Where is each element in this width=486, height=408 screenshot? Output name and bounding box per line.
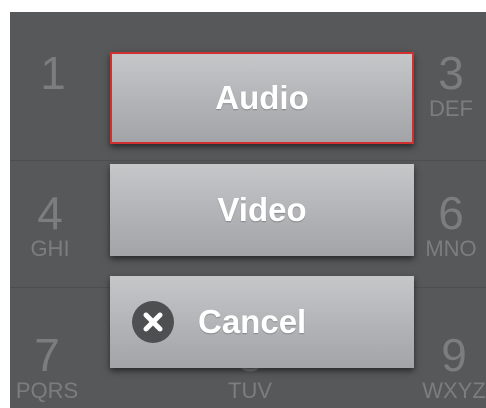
keypad-key-1[interactable]: 1: [18, 50, 88, 96]
keypad-key-4[interactable]: 4 GHI: [10, 190, 90, 260]
key-letters: WXYZ: [422, 378, 486, 403]
key-digit: 7: [34, 329, 60, 381]
video-button-label: Video: [217, 191, 307, 228]
keypad-key-3[interactable]: 3 DEF: [416, 50, 486, 120]
keypad-key-9[interactable]: 9 WXYZ: [414, 332, 486, 402]
key-digit: 9: [441, 329, 467, 381]
audio-call-button[interactable]: Audio: [110, 52, 414, 144]
keypad-row-divider: [10, 160, 486, 161]
keypad-key-7[interactable]: 7 PQRS: [10, 332, 92, 402]
key-letters: TUV: [228, 378, 272, 403]
key-digit: 3: [438, 47, 464, 99]
key-digit: 6: [438, 187, 464, 239]
key-letters: GHI: [30, 236, 70, 261]
key-letters: DEF: [429, 96, 473, 121]
cancel-button[interactable]: Cancel: [110, 276, 414, 368]
key-letters: PQRS: [15, 378, 79, 403]
audio-button-label: Audio: [215, 79, 309, 116]
video-call-button[interactable]: Video: [110, 164, 414, 256]
cancel-button-label: Cancel: [198, 303, 307, 340]
key-digit: 4: [37, 187, 63, 239]
key-digit: 1: [40, 47, 66, 99]
close-circle-icon: [132, 301, 174, 343]
dial-keypad: 1 3 DEF 4 GHI 5 JKL 6 MNO 7 PQRS 8 TUV 9…: [10, 12, 486, 408]
keypad-key-6[interactable]: 6 MNO: [416, 190, 486, 260]
key-letters: MNO: [425, 236, 477, 261]
